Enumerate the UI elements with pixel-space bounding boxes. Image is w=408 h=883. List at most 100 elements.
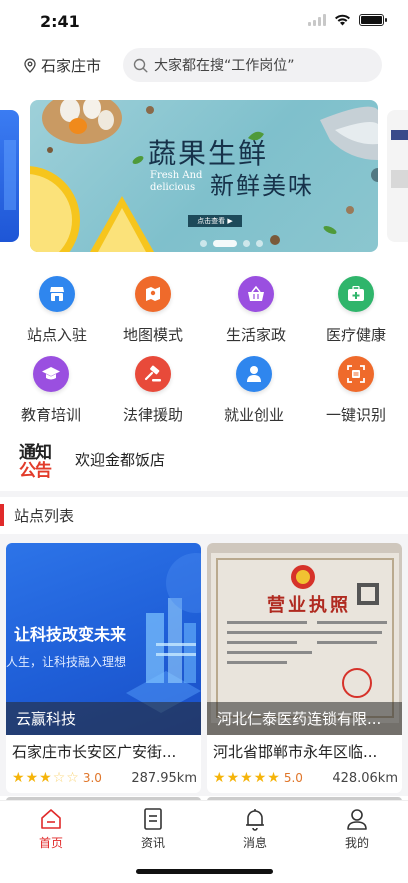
menu-item-label: 就业创业 [223, 406, 284, 424]
carousel-pagination [200, 240, 263, 247]
battery-icon [359, 14, 387, 26]
status-time: 2:41 [40, 12, 80, 31]
section-accent-bar [0, 504, 4, 526]
tab-label: 我的 [344, 836, 369, 850]
station-address: 河北省邯郸市永年区临... [213, 743, 378, 761]
notice-badge: 通知 公告 [18, 438, 56, 481]
star-icon: ★ [12, 770, 25, 786]
station-meta: ★ ★ ★ ☆ ☆ 3.0 287.95km [12, 769, 197, 787]
star-icon: ★ [240, 770, 253, 786]
star-icon: ★ [253, 770, 267, 786]
tab-news[interactable]: 资讯 [102, 807, 204, 851]
search-input[interactable]: 大家都在搜“工作岗位” [123, 48, 382, 82]
section-header: 站点列表 [0, 503, 74, 527]
carousel-dot-active[interactable] [213, 240, 237, 247]
tab-profile[interactable]: 我的 [306, 807, 408, 851]
rating-value: 3.0 [82, 771, 102, 785]
menu-item-one-click-scan[interactable]: 一键识别 [316, 356, 396, 425]
star-outline-icon: ☆ [66, 770, 79, 786]
menu-item-label: 医疗健康 [325, 326, 386, 344]
station-name: 云赢科技 [16, 710, 77, 728]
carousel-dot[interactable] [200, 240, 207, 247]
search-icon [133, 58, 148, 73]
menu-item-education[interactable]: 教育培训 [11, 356, 91, 425]
tab-home[interactable]: 首页 [0, 807, 102, 851]
star-icon: ★ [213, 770, 226, 786]
header: 石家庄市 大家都在搜“工作岗位” [0, 48, 408, 84]
station-distance: 428.06km [332, 770, 398, 786]
station-name: 河北仁泰医药连锁有限... [217, 710, 382, 728]
search-placeholder: 大家都在搜“工作岗位” [154, 58, 295, 74]
menu-item-label: 教育培训 [20, 406, 81, 424]
section-divider [0, 491, 408, 497]
status-bar: 2:41 [0, 0, 408, 44]
station-name-bar: 云赢科技 [6, 702, 201, 735]
menu-item-label: 一键识别 [325, 406, 386, 424]
bell-icon [246, 809, 264, 831]
scan-icon [338, 356, 374, 392]
notice-text: 欢迎金都饭店 [75, 451, 166, 469]
banner-title-line2: 新鲜美味 [210, 172, 314, 200]
tab-label: 消息 [242, 836, 267, 850]
rating-stars: ★ ★ ★ ☆ ☆ [12, 771, 79, 785]
tab-label: 资讯 [140, 836, 165, 850]
fresh-produce-illustration [30, 100, 378, 252]
banner-view-button[interactable]: 点击查看 ▶ [188, 215, 242, 227]
menu-item-legal-aid[interactable]: 法律援助 [113, 356, 193, 425]
star-icon: ★ [226, 770, 240, 786]
station-distance: 287.95km [131, 770, 197, 786]
menu-item-home-services[interactable]: 生活家政 [216, 276, 296, 345]
station-meta: ★ ★ ★ ★ ★ 5.0 428.06km [213, 769, 398, 787]
banner-next-arrow-icon[interactable] [371, 168, 378, 182]
carousel-dot[interactable] [243, 240, 250, 247]
banner-subtitle-line2: delicious [150, 182, 196, 193]
banner-subtitle: Fresh And delicious [150, 170, 202, 194]
news-icon [144, 808, 162, 830]
carousel-dot[interactable] [256, 240, 263, 247]
basket-icon [238, 276, 274, 312]
status-icons [308, 14, 387, 26]
cellular-signal-icon [308, 14, 326, 26]
tab-messages[interactable]: 消息 [204, 807, 306, 851]
banner-subtitle-line1: Fresh And [150, 170, 203, 181]
location-pin-icon [24, 58, 36, 73]
graduation-cap-icon [33, 356, 69, 392]
banner-carousel[interactable]: 蔬果生鲜 Fresh And delicious 新鲜美味 点击查看 ▶ [0, 100, 408, 252]
previous-banner-card[interactable] [0, 110, 19, 242]
station-image-subcaption: 人生，让科技融入理想 [6, 655, 127, 669]
station-address: 石家庄市长安区广安街... [12, 743, 177, 761]
home-indicator[interactable] [136, 869, 273, 874]
notice-badge-line2: 公告 [19, 461, 52, 481]
rating-stars: ★ ★ ★ ★ ★ [213, 771, 280, 785]
menu-item-label: 地图模式 [122, 326, 183, 344]
next-banner-card[interactable] [387, 110, 408, 242]
star-icon: ★ [39, 770, 52, 786]
star-icon: ★ [267, 770, 280, 786]
wifi-icon [335, 14, 350, 26]
home-icon [41, 809, 61, 829]
station-image-caption: 让科技改变未来 [14, 625, 127, 644]
star-icon: ★ [25, 770, 39, 786]
banner-slide[interactable]: 蔬果生鲜 Fresh And delicious 新鲜美味 点击查看 ▶ [30, 100, 378, 252]
station-card[interactable]: 营业执照 河北仁泰医药连锁有限... 河北省邯郸市永年区临... ★ ★ ★ ★… [207, 543, 402, 793]
station-card[interactable]: 让科技改变未来 人生，让科技融入理想 云赢科技 石家庄市长安区广安街... ★ … [6, 543, 201, 793]
gavel-icon [135, 356, 171, 392]
tab-label: 首页 [38, 836, 63, 850]
map-icon [135, 276, 171, 312]
store-icon [39, 276, 75, 312]
menu-item-medical-health[interactable]: 医疗健康 [316, 276, 396, 345]
station-name-bar: 河北仁泰医药连锁有限... [207, 702, 402, 735]
star-outline-icon: ☆ [52, 770, 66, 786]
station-image-caption: 营业执照 [267, 595, 351, 616]
notice-bar[interactable]: 通知 公告 欢迎金都饭店 [18, 438, 398, 481]
menu-item-label: 站点入驻 [26, 326, 87, 344]
city-label: 石家庄市 [41, 57, 102, 75]
medical-kit-icon [338, 276, 374, 312]
menu-item-map-mode[interactable]: 地图模式 [113, 276, 193, 345]
rating-value: 5.0 [283, 771, 303, 785]
menu-item-label: 生活家政 [225, 326, 286, 344]
city-selector[interactable]: 石家庄市 [24, 55, 101, 76]
section-title: 站点列表 [14, 506, 75, 525]
menu-item-station-join[interactable]: 站点入驻 [17, 276, 97, 345]
menu-item-employment[interactable]: 就业创业 [214, 356, 294, 425]
